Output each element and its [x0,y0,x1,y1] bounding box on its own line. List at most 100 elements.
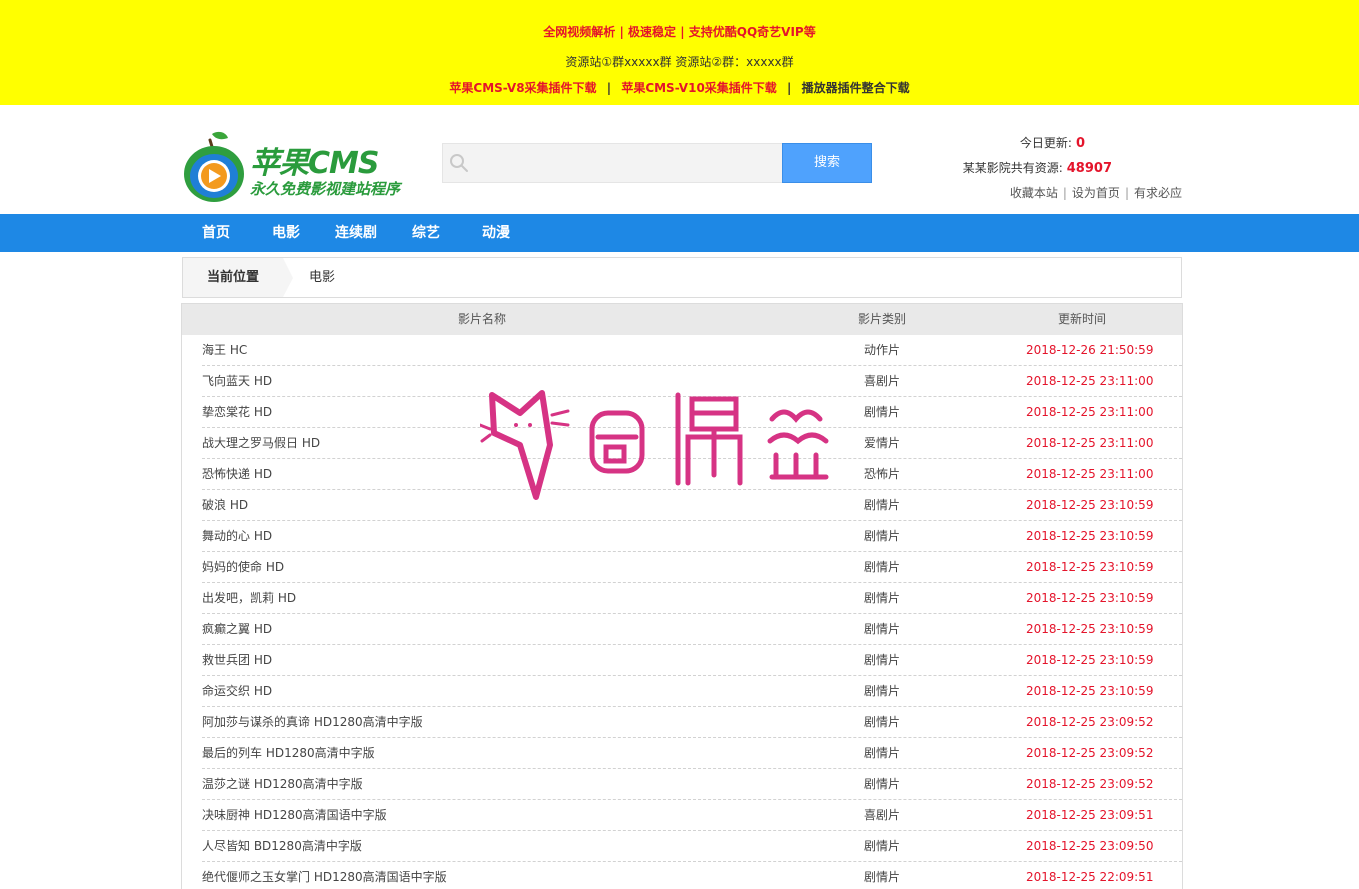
movie-category: 恐怖片 [864,467,901,481]
notice-download-links: 苹果CMS-V8采集插件下载 | 苹果CMS-V10采集插件下载 | 播放器插件… [0,79,1359,96]
movie-title-link[interactable]: 海王 HC [202,335,247,366]
movie-title-link[interactable]: 舞动的心 HD [202,521,272,552]
movie-title-link[interactable]: 飞向蓝天 HD [202,366,272,397]
movie-table: 影片名称 影片类别 更新时间 海王 HC 动作片 2018-12-26 21:50:… [181,303,1183,889]
movie-category: 剧情片 [864,684,901,698]
movie-title-link[interactable]: 妈妈的使命 HD [202,552,284,583]
movie-title-link[interactable]: 决味厨神 HD1280高清国语中字版 [202,800,387,831]
table-row[interactable]: 妈妈的使命 HD 剧情片 2018-12-25 23:10:59 [182,552,1182,583]
movie-title-link[interactable]: 命运交织 HD [202,676,272,707]
nav-item-variety[interactable]: 综艺 [412,214,440,252]
movie-updated-time: 2018-12-25 23:10:59 [1026,498,1154,512]
download-player-link[interactable]: 播放器插件整合下载 [802,81,910,95]
table-row[interactable]: 挚恋棠花 HD 剧情片 2018-12-25 23:11:00 [182,397,1182,428]
nav-item-home[interactable]: 首页 [202,214,230,252]
movie-updated-time: 2018-12-25 23:09:51 [1026,808,1154,822]
movie-category: 剧情片 [864,777,901,791]
movie-category: 喜剧片 [864,374,901,388]
movie-title-link[interactable]: 破浪 HD [202,490,248,521]
table-row[interactable]: 破浪 HD 剧情片 2018-12-25 23:10:59 [182,490,1182,521]
movie-updated-time: 2018-12-25 23:11:00 [1026,374,1154,388]
movie-updated-time: 2018-12-25 23:09:50 [1026,839,1154,853]
movie-category: 剧情片 [864,746,901,760]
table-row[interactable]: 战大理之罗马假日 HD 爱情片 2018-12-25 23:11:00 [182,428,1182,459]
table-row[interactable]: 恐怖快递 HD 恐怖片 2018-12-25 23:11:00 [182,459,1182,490]
table-header: 影片名称 影片类别 更新时间 [182,304,1182,335]
breadcrumb-current[interactable]: 电影 [309,258,335,297]
movie-title-link[interactable]: 阿加莎与谋杀的真谛 HD1280高清中字版 [202,707,423,738]
movie-updated-time: 2018-12-25 23:10:59 [1026,560,1154,574]
movie-title-link[interactable]: 战大理之罗马假日 HD [202,428,320,459]
movie-updated-time: 2018-12-25 23:10:59 [1026,529,1154,543]
table-row[interactable]: 命运交织 HD 剧情片 2018-12-25 23:10:59 [182,676,1182,707]
separator: | [1062,186,1067,200]
set-homepage-link[interactable]: 设为首页 [1072,186,1120,200]
movie-title-link[interactable]: 疯癫之翼 HD [202,614,272,645]
movie-title-link[interactable]: 人尽皆知 BD1280高清中字版 [202,831,362,862]
header-category: 影片类别 [858,312,907,326]
movie-category: 剧情片 [864,405,901,419]
movie-title-link[interactable]: 温莎之谜 HD1280高清中字版 [202,769,363,800]
movie-title-link[interactable]: 恐怖快递 HD [202,459,272,490]
movie-title-link[interactable]: 最后的列车 HD1280高清中字版 [202,738,375,769]
today-updates-label: 今日更新: [1019,136,1072,150]
table-row[interactable]: 绝代偃师之玉女掌门 HD1280高清国语中字版 剧情片 2018-12-25 22:… [182,862,1182,889]
search-button[interactable]: 搜索 [782,143,872,183]
movie-category: 剧情片 [864,498,901,512]
movie-title-link[interactable]: 挚恋棠花 HD [202,397,272,428]
quick-links: 收藏本站 | 设为首页 | 有求必应 [1010,184,1182,201]
movie-title-link[interactable]: 绝代偃师之玉女掌门 HD1280高清国语中字版 [202,862,447,889]
table-row[interactable]: 救世兵团 HD 剧情片 2018-12-25 23:10:59 [182,645,1182,676]
table-row[interactable]: 温莎之谜 HD1280高清中字版 剧情片 2018-12-25 23:09:52 [182,769,1182,800]
movie-updated-time: 2018-12-25 23:10:59 [1026,684,1154,698]
total-resources: 某某影院共有资源: 48907 [963,159,1112,176]
table-row[interactable]: 决味厨神 HD1280高清国语中字版 喜剧片 2018-12-25 23:09:51 [182,800,1182,831]
notice-headline: 全网视频解析 | 极速稳定 | 支持优酷QQ奇艺VIP等 [543,25,816,39]
separator: | [606,81,612,95]
movie-category: 剧情片 [864,653,901,667]
notice-groups: 资源站①群xxxxx群 资源站②群：xxxxx群 [565,55,794,69]
bookmark-link[interactable]: 收藏本站 [1010,186,1058,200]
movie-updated-time: 2018-12-25 23:11:00 [1026,436,1154,450]
nav-item-anime[interactable]: 动漫 [482,214,510,252]
download-v8-link[interactable]: 苹果CMS-V8采集插件下载 [449,81,596,95]
table-row[interactable]: 最后的列车 HD1280高清中字版 剧情片 2018-12-25 23:09:52 [182,738,1182,769]
movie-updated-time: 2018-12-25 23:09:52 [1026,746,1154,760]
breadcrumb-label: 当前位置 [183,258,283,297]
total-resources-value: 48907 [1066,161,1112,176]
notice-bar: 全网视频解析 | 极速稳定 | 支持优酷QQ奇艺VIP等 资源站①群xxxxx群… [0,0,1359,105]
movie-updated-time: 2018-12-25 23:09:52 [1026,715,1154,729]
table-row[interactable]: 舞动的心 HD 剧情片 2018-12-25 23:10:59 [182,521,1182,552]
request-link[interactable]: 有求必应 [1134,186,1182,200]
movie-title-link[interactable]: 出发吧，凯莉 HD [202,583,296,614]
download-v10-link[interactable]: 苹果CMS-V10采集插件下载 [621,81,777,95]
total-resources-label: 某某影院共有资源: [962,161,1063,175]
nav-item-series[interactable]: 连续剧 [335,214,377,252]
separator: | [1124,186,1129,200]
movie-category: 喜剧片 [864,808,901,822]
table-row[interactable]: 人尽皆知 BD1280高清中字版 剧情片 2018-12-25 23:09:50 [182,831,1182,862]
search-form: 搜索 [442,143,872,183]
movie-category: 动作片 [864,343,901,357]
movie-category: 剧情片 [864,591,901,605]
breadcrumb-arrow [283,258,293,297]
movie-title-link[interactable]: 救世兵团 HD [202,645,272,676]
movie-category: 剧情片 [864,839,901,853]
movie-category: 剧情片 [864,622,901,636]
movie-category: 剧情片 [864,560,901,574]
site-logo[interactable]: 苹果CMS 永久免费影视建站程序 [182,130,422,204]
apple-logo-icon [184,131,244,202]
header-title: 影片名称 [458,312,507,326]
table-row[interactable]: 海王 HC 动作片 2018-12-26 21:50:59 [182,335,1182,366]
nav-item-movies[interactable]: 电影 [272,214,300,252]
movie-category: 爱情片 [864,436,901,450]
movie-updated-time: 2018-12-26 21:50:59 [1026,343,1154,357]
separator: | [787,81,792,95]
table-row[interactable]: 疯癫之翼 HD 剧情片 2018-12-25 23:10:59 [182,614,1182,645]
table-row[interactable]: 飞向蓝天 HD 喜剧片 2018-12-25 23:11:00 [182,366,1182,397]
search-input[interactable] [442,143,782,183]
today-updates-value: 0 [1075,136,1085,151]
table-row[interactable]: 阿加莎与谋杀的真谛 HD1280高清中字版 剧情片 2018-12-25 23:09… [182,707,1182,738]
table-row[interactable]: 出发吧，凯莉 HD 剧情片 2018-12-25 23:10:59 [182,583,1182,614]
search-icon [450,154,468,172]
